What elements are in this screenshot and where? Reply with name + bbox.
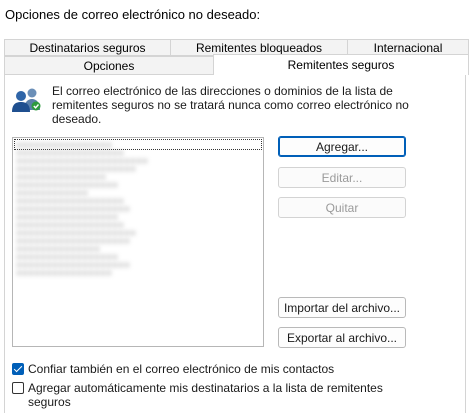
list-item[interactable]: [17, 143, 113, 147]
list-item[interactable]: [17, 271, 113, 275]
list-item[interactable]: [17, 175, 107, 179]
export-to-file-button[interactable]: Exportar al archivo...: [278, 327, 406, 348]
safe-senders-list[interactable]: [12, 137, 264, 347]
tab-destinatarios-seguros[interactable]: Destinatarios seguros: [4, 39, 171, 56]
people-icon: [12, 88, 41, 112]
list-item[interactable]: [17, 223, 125, 227]
add-button[interactable]: Agregar...: [278, 136, 406, 157]
tab-remitentes-seguros[interactable]: Remitentes seguros: [213, 54, 469, 75]
list-item[interactable]: [17, 191, 89, 195]
safe-senders-description: El correo electrónico de las direcciones…: [52, 84, 409, 126]
remove-button[interactable]: Quitar: [278, 197, 406, 218]
list-item[interactable]: [17, 159, 149, 163]
list-item[interactable]: [17, 207, 131, 211]
list-item[interactable]: [17, 167, 137, 171]
list-item[interactable]: [17, 215, 119, 219]
trust-contacts-checkbox[interactable]: [12, 363, 24, 375]
auto-add-recipients-checkbox[interactable]: [12, 382, 24, 394]
trust-contacts-label: Confiar también en el correo electrónico…: [28, 362, 335, 376]
auto-add-recipients-label: Agregar automáticamente mis destinatario…: [28, 381, 383, 409]
list-item[interactable]: [17, 231, 137, 235]
import-from-file-button[interactable]: Importar del archivo...: [278, 297, 406, 318]
dialog-title: Opciones de correo electrónico no desead…: [5, 7, 261, 22]
edit-button[interactable]: Editar...: [278, 167, 406, 188]
list-item[interactable]: [17, 151, 125, 155]
list-item[interactable]: [17, 183, 119, 187]
list-item[interactable]: [17, 247, 101, 251]
list-item[interactable]: [17, 239, 131, 243]
list-item[interactable]: [17, 263, 131, 267]
list-item[interactable]: [17, 199, 125, 203]
list-item[interactable]: [17, 255, 119, 259]
tab-opciones[interactable]: Opciones: [4, 56, 214, 75]
